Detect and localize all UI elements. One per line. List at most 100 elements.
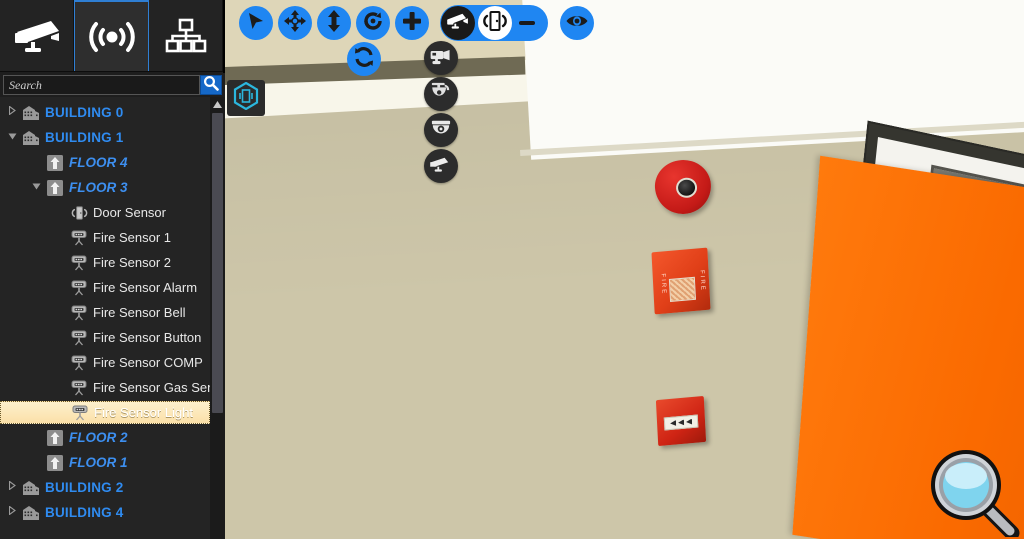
search-row [0, 73, 225, 97]
box-camera-type[interactable] [424, 41, 458, 75]
collapse-arrow-icon[interactable] [28, 175, 44, 200]
tree-node[interactable]: FLOOR 1 [0, 450, 210, 475]
tree-node[interactable]: FLOOR 4 [0, 150, 210, 175]
add-tool[interactable] [395, 6, 429, 40]
strobe-label-right: FIRE [698, 269, 706, 293]
tree-node-label: Fire Sensor Gas Senso [93, 380, 210, 395]
tree-node-label: Fire Sensor COMP [93, 355, 203, 370]
camera-type-stack [424, 41, 458, 183]
fire-sensor-icon [68, 254, 90, 271]
select-tool[interactable] [239, 6, 273, 40]
elevation-tool[interactable] [317, 6, 351, 40]
tree-node-label: Fire Sensor Bell [93, 305, 186, 320]
tree-node[interactable]: Fire Sensor Light [0, 401, 210, 424]
tree-node[interactable]: BUILDING 2 [0, 475, 210, 500]
tree-node-label: Fire Sensor 1 [93, 230, 172, 245]
manual-call-point[interactable] [655, 395, 707, 447]
refresh-view[interactable] [347, 42, 381, 76]
plus-icon [402, 11, 422, 36]
wireless-signal-icon [84, 19, 140, 55]
3d-viewport[interactable]: FIRE FIRE [225, 0, 1024, 539]
building-icon [20, 505, 42, 521]
orbit-tool[interactable] [356, 6, 390, 40]
tree-node[interactable]: BUILDING 1 [0, 125, 210, 150]
tree-node[interactable]: Fire Sensor COMP [0, 350, 210, 375]
tree-node-label: Fire Sensor Button [93, 330, 202, 345]
tree-node[interactable]: Fire Sensor Alarm [0, 275, 210, 300]
cursor-arrow-icon [246, 11, 266, 36]
tree-node-label: Fire Sensor 2 [93, 255, 172, 270]
collapse-arrow-icon[interactable] [4, 125, 20, 150]
eye-icon [565, 13, 589, 34]
toggle-visibility[interactable] [560, 6, 594, 40]
tree-node[interactable]: BUILDING 0 [0, 100, 210, 125]
ptz-dome-camera-icon [429, 81, 453, 108]
tree-node[interactable]: FLOOR 3 [0, 175, 210, 200]
fire-sensor-icon [68, 329, 90, 346]
expand-arrow-icon[interactable] [4, 475, 20, 500]
tree-node-label: BUILDING 2 [45, 480, 124, 495]
tab-network[interactable] [149, 0, 223, 71]
pan-tool[interactable] [278, 6, 312, 40]
expand-arrow-icon[interactable] [4, 500, 20, 525]
tree-node-label: BUILDING 4 [45, 505, 124, 520]
hexagon-door-sensor-icon [233, 81, 259, 115]
ptz-camera-type[interactable] [424, 77, 458, 111]
door-sensor-mode[interactable] [478, 6, 512, 40]
tree-node[interactable]: Fire Sensor 1 [0, 225, 210, 250]
application-window: BUILDING 0 BUILDING 1 FLOOR 4 FLOOR 3 Door S… [0, 0, 1024, 539]
dome-camera-type[interactable] [424, 113, 458, 147]
device-tree[interactable]: BUILDING 0 BUILDING 1 FLOOR 4 FLOOR 3 Door S… [0, 97, 210, 539]
cctv-camera-icon [11, 18, 63, 54]
strobe-label-left: FIRE [659, 273, 667, 296]
fire-alarm-strobe[interactable]: FIRE FIRE [651, 247, 711, 315]
panel-tab-bar [0, 0, 223, 72]
floor-arrow-icon [44, 454, 66, 472]
bullet-camera-icon [429, 155, 453, 178]
door-sensor-tag[interactable] [227, 80, 265, 116]
fire-sensor-icon [68, 279, 90, 296]
hierarchy-tree-icon [164, 17, 208, 55]
tree-scrollbar[interactable] [210, 97, 225, 539]
zoom-magnifier[interactable] [924, 445, 1020, 539]
expand-arrow-icon[interactable] [4, 100, 20, 125]
tree-node[interactable]: BUILDING 4 [0, 500, 210, 525]
arrow-glyph [670, 420, 676, 427]
door-sensor-icon [68, 205, 90, 221]
bullet-camera-type[interactable] [424, 149, 458, 183]
tree-node-label: FLOOR 3 [69, 180, 128, 195]
call-point-plate [663, 414, 699, 431]
refresh-icon [353, 46, 375, 73]
orbit-rotate-icon [362, 10, 384, 37]
tree-node[interactable]: FLOOR 2 [0, 425, 210, 450]
camera-mode[interactable] [441, 6, 475, 40]
building-icon [20, 105, 42, 121]
floor-arrow-icon [44, 179, 66, 197]
dome-camera-icon [429, 118, 453, 143]
tree-node[interactable]: Door Sensor [0, 200, 210, 225]
scroll-up-arrow-icon[interactable] [210, 97, 225, 111]
tab-cameras[interactable] [0, 0, 74, 71]
floor-arrow-icon [44, 429, 66, 447]
mode-toggle-group [440, 5, 548, 41]
tree-node[interactable]: Fire Sensor Button [0, 325, 210, 350]
tree-node[interactable]: Fire Sensor Gas Senso [0, 375, 210, 400]
cctv-camera-icon [446, 12, 470, 35]
remove-device[interactable] [519, 21, 535, 25]
fire-sensor-icon [68, 379, 90, 396]
tree-node[interactable]: Fire Sensor Bell [0, 300, 210, 325]
search-button[interactable] [200, 75, 222, 95]
search-input[interactable] [3, 75, 200, 95]
arrow-glyph [686, 419, 692, 426]
scrollbar-thumb[interactable] [212, 113, 223, 413]
fire-sensor-icon [68, 304, 90, 321]
box-camera-icon [429, 47, 453, 70]
tree-node[interactable]: Fire Sensor 2 [0, 250, 210, 275]
tree-node-label: BUILDING 1 [45, 130, 124, 145]
fire-sensor-icon [69, 404, 91, 421]
move-four-way-icon [284, 9, 306, 37]
tree-node-label: Fire Sensor Light [94, 405, 193, 420]
viewport-toolbar [239, 5, 594, 41]
building-icon [20, 130, 42, 146]
tab-sensors[interactable] [74, 0, 149, 71]
